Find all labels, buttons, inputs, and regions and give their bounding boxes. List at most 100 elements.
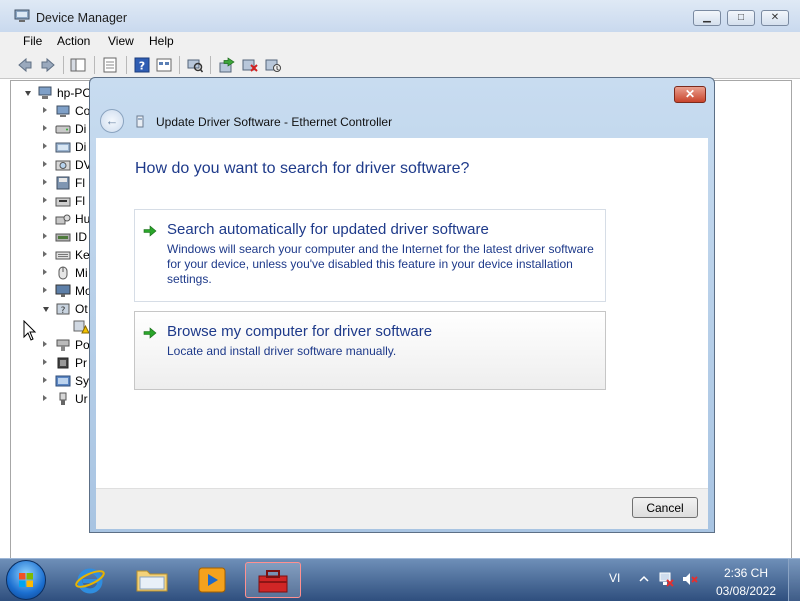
tree-item-label: Mi — [75, 266, 88, 280]
tree-item-label: ID — [75, 230, 87, 244]
view-icon[interactable] — [156, 57, 172, 73]
media-player-icon — [198, 567, 226, 593]
clock-time[interactable]: 2:36 CH — [716, 566, 776, 580]
disable-device-icon[interactable] — [242, 57, 258, 73]
collapse-arrow-icon[interactable] — [43, 307, 49, 312]
expand-arrow-icon[interactable] — [43, 161, 47, 167]
taskbar-internet-explorer[interactable] — [62, 562, 118, 598]
forward-icon[interactable] — [40, 57, 56, 73]
start-button[interactable] — [6, 560, 46, 600]
tree-root-label: hp-PC — [57, 86, 92, 100]
mouse-cursor-icon — [23, 320, 37, 341]
driver-icon — [136, 115, 144, 128]
expand-arrow-icon[interactable] — [43, 359, 47, 365]
tree-item-label: Ke — [75, 248, 90, 262]
back-icon[interactable] — [17, 57, 33, 73]
expand-arrow-icon[interactable] — [43, 341, 47, 347]
toolbar-separator — [210, 56, 211, 74]
computer-icon — [38, 86, 52, 99]
menu-view[interactable]: View — [108, 34, 134, 48]
close-icon: ✕ — [770, 12, 780, 23]
expand-arrow-icon[interactable] — [43, 233, 47, 239]
toolbar-separator — [94, 56, 95, 74]
expand-arrow-icon[interactable] — [43, 197, 47, 203]
display-adapter-icon — [55, 142, 71, 153]
tray-chevron-icon[interactable] — [636, 571, 652, 587]
expand-arrow-icon[interactable] — [43, 179, 47, 185]
minimize-icon: ▁ — [703, 12, 711, 23]
system-devices-icon — [55, 375, 71, 387]
toolbar-separator — [126, 56, 127, 74]
dialog-title: Update Driver Software - Ethernet Contro… — [156, 115, 393, 129]
tree-item-label: Di — [75, 140, 87, 154]
mouse-icon — [58, 266, 68, 280]
svg-text:?: ? — [61, 306, 66, 316]
tree-item-label: Sy — [75, 374, 90, 388]
taskbar-device-manager[interactable] — [245, 562, 301, 598]
hid-icon — [55, 214, 71, 225]
expand-arrow-icon[interactable] — [43, 269, 47, 275]
option-description: Locate and install driver software manua… — [167, 344, 397, 358]
expand-arrow-icon[interactable] — [43, 287, 47, 293]
windows-logo-icon — [19, 573, 33, 587]
taskbar: VI 2:36 CH 03/08/2022 — [0, 558, 800, 601]
update-driver-dialog: ✕ ← Update Driver Software - Ethernet Co… — [89, 77, 715, 533]
expand-arrow-icon[interactable] — [43, 395, 47, 401]
help-icon[interactable]: ? — [134, 57, 150, 73]
properties-icon[interactable] — [102, 57, 118, 73]
menu-help[interactable]: Help — [149, 34, 174, 48]
update-driver-icon[interactable] — [219, 57, 235, 73]
tree-item-label: Di — [75, 122, 87, 136]
browse-computer-option[interactable]: Browse my computer for driver software L… — [134, 311, 606, 390]
toolbar-separator — [179, 56, 180, 74]
internet-explorer-icon — [75, 568, 105, 594]
search-automatically-option[interactable]: Search automatically for updated driver … — [134, 209, 606, 302]
menu-action[interactable]: Action — [57, 34, 90, 48]
tree-item-label: Fl — [75, 176, 85, 190]
dialog-close-button[interactable]: ✕ — [674, 86, 706, 103]
svg-text:?: ? — [139, 60, 145, 73]
tree-item-label: Pr — [75, 356, 87, 370]
toolbar: ? — [0, 52, 800, 79]
scan-hardware-icon[interactable] — [187, 57, 203, 73]
collapse-arrow-icon[interactable] — [25, 91, 31, 96]
close-button[interactable]: ✕ — [761, 10, 789, 26]
cancel-button[interactable]: Cancel — [632, 497, 698, 518]
maximize-button[interactable]: □ — [727, 10, 755, 26]
expand-arrow-icon[interactable] — [43, 215, 47, 221]
option-title: Search automatically for updated driver … — [167, 221, 489, 238]
taskbar-media-player[interactable] — [184, 562, 240, 598]
menu-file[interactable]: File — [23, 34, 42, 48]
ports-icon — [56, 339, 70, 351]
option-description: Windows will search your computer and th… — [167, 242, 594, 286]
windows-explorer-icon — [136, 570, 168, 592]
uninstall-device-icon[interactable] — [265, 57, 281, 73]
dialog-heading: How do you want to search for driver sof… — [135, 160, 470, 177]
dialog-back-button[interactable]: ← — [100, 109, 124, 133]
tree-item-label: Po — [75, 338, 90, 352]
toolbar-separator — [63, 56, 64, 74]
show-desktop-button[interactable] — [788, 559, 800, 601]
close-icon: ✕ — [684, 87, 696, 101]
floppy-controller-icon — [56, 176, 70, 190]
network-disconnected-icon[interactable] — [658, 571, 674, 587]
expand-arrow-icon[interactable] — [43, 251, 47, 257]
warning-device-icon — [73, 320, 89, 334]
tree-item-label: Ur — [75, 392, 88, 406]
expand-arrow-icon[interactable] — [43, 143, 47, 149]
expand-arrow-icon[interactable] — [43, 377, 47, 383]
window-titlebar: Device Manager ▁ □ ✕ — [0, 0, 800, 32]
expand-arrow-icon[interactable] — [43, 125, 47, 131]
back-arrow-icon: ← — [105, 113, 119, 128]
minimize-button[interactable]: ▁ — [693, 10, 721, 26]
green-arrow-icon — [143, 327, 157, 339]
taskbar-windows-explorer[interactable] — [124, 562, 180, 598]
usb-controller-icon — [59, 392, 67, 405]
show-hide-console-tree-icon[interactable] — [70, 57, 86, 73]
window-title: Device Manager — [36, 11, 128, 25]
language-indicator[interactable]: VI — [609, 571, 620, 585]
expand-arrow-icon[interactable] — [43, 107, 47, 113]
disk-drive-icon — [55, 125, 71, 134]
volume-muted-icon[interactable] — [682, 571, 698, 587]
clock-date[interactable]: 03/08/2022 — [710, 584, 782, 598]
